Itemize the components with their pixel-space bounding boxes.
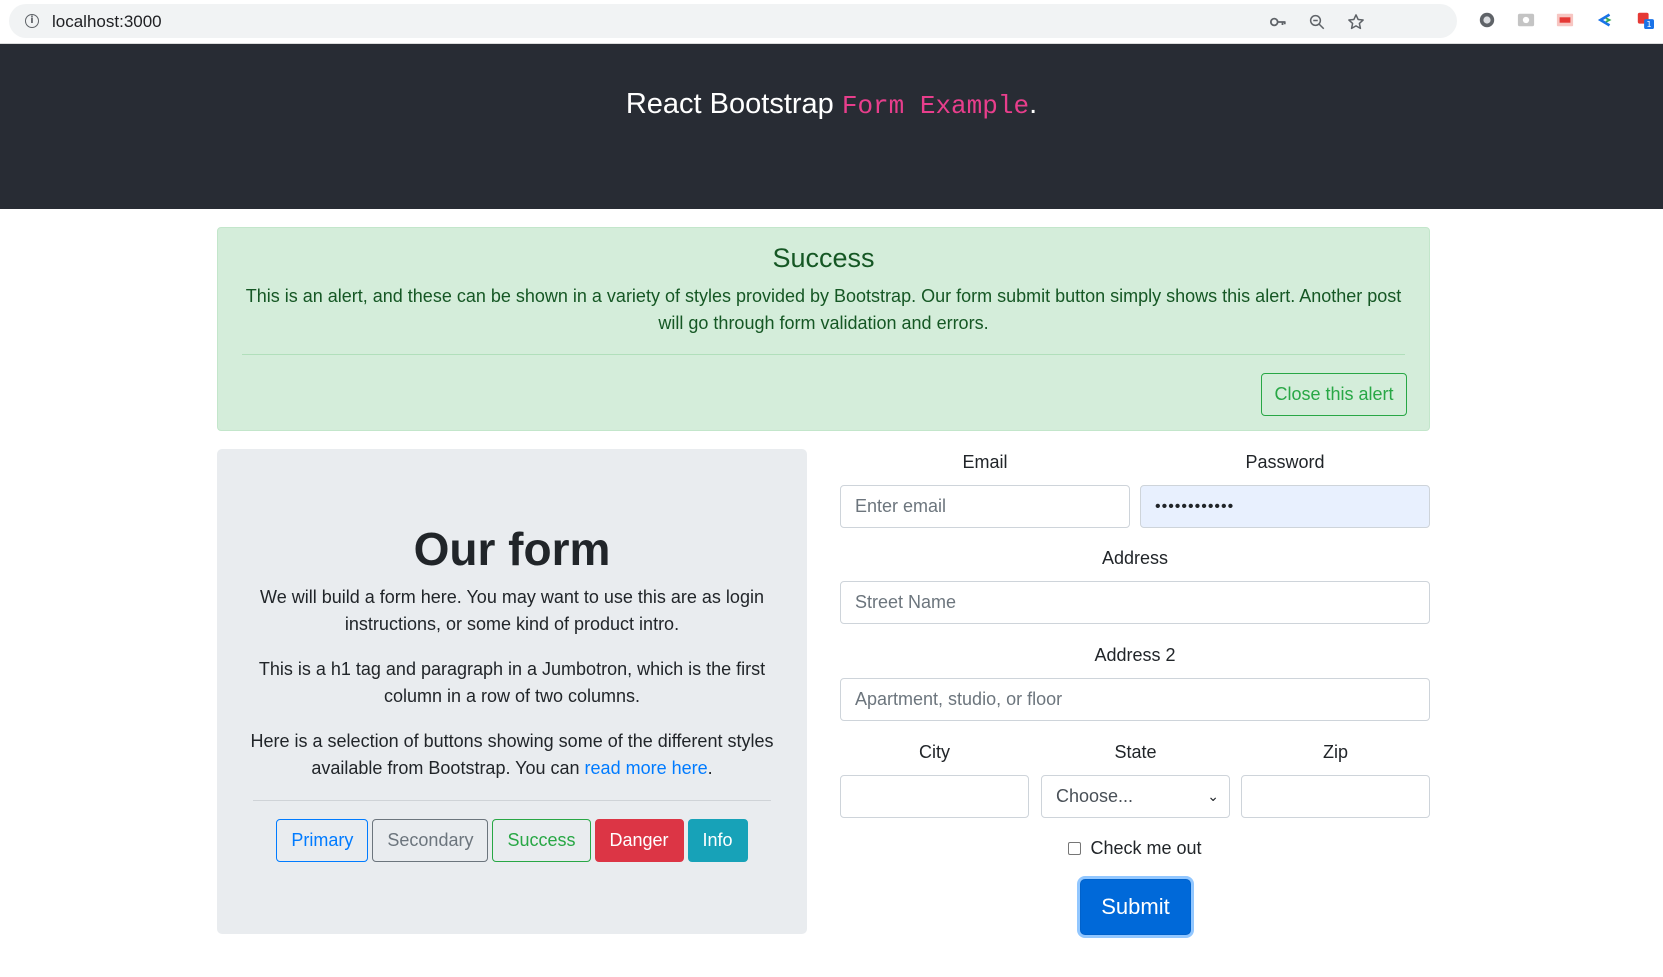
jumbotron-divider — [253, 800, 771, 801]
header-title-code: Form Example — [841, 91, 1030, 121]
jumbotron: Our form We will build a form here. You … — [217, 449, 807, 934]
key-icon[interactable] — [1269, 13, 1287, 31]
app-header: React Bootstrap Form Example. — [0, 44, 1663, 209]
city-label: City — [919, 742, 950, 762]
info-icon[interactable]: i — [25, 14, 39, 28]
browser-toolbar: i localhost:3000 1 — [0, 0, 1663, 44]
check-me-out-checkbox[interactable] — [1068, 842, 1082, 855]
jumbotron-paragraph-2: This is a h1 tag and paragraph in a Jumb… — [258, 659, 766, 706]
jumbotron-paragraph-3: Here is a selection of buttons showing s… — [245, 728, 779, 782]
url-text[interactable]: localhost:3000 — [52, 12, 162, 32]
address2-label: Address 2 — [1094, 645, 1176, 665]
address2-input[interactable] — [840, 678, 1430, 721]
address-bar[interactable]: i localhost:3000 — [9, 4, 1457, 38]
read-more-link[interactable]: read more here — [585, 758, 708, 778]
primary-button[interactable]: Primary — [276, 819, 369, 862]
header-title-text: React Bootstrap — [625, 88, 842, 120]
state-label: State — [1114, 742, 1157, 762]
zip-label: Zip — [1322, 742, 1348, 762]
check-row: Check me out — [840, 838, 1430, 859]
button-row: Primary Secondary Success Danger Info — [217, 819, 807, 862]
success-alert: Success This is an alert, and these can … — [217, 227, 1430, 431]
address-label: Address — [1101, 548, 1169, 568]
zip-input[interactable] — [1241, 775, 1430, 818]
extension-camera-icon[interactable] — [1517, 11, 1535, 29]
secondary-button[interactable]: Secondary — [372, 819, 489, 862]
header-title-period: . — [1029, 88, 1038, 120]
extension-circle-icon[interactable] — [1478, 11, 1496, 29]
address-form: Email Password Address Address 2 City St… — [840, 449, 1430, 939]
address-input[interactable] — [840, 581, 1430, 624]
danger-button[interactable]: Danger — [594, 819, 684, 862]
email-input[interactable] — [840, 485, 1130, 528]
info-button[interactable]: Info — [687, 819, 748, 862]
state-selected-value: Choose... — [1056, 786, 1134, 806]
jumbotron-title: Our form — [413, 523, 611, 575]
alert-body: This is an alert, and these can be shown… — [245, 286, 1402, 333]
city-input[interactable] — [840, 775, 1029, 818]
password-input[interactable] — [1140, 485, 1430, 528]
paragraph-3-period: . — [707, 758, 713, 778]
extension-badge: 1 — [1646, 19, 1651, 29]
password-label: Password — [1245, 452, 1325, 472]
email-label: Email — [962, 452, 1008, 472]
zoom-out-icon[interactable] — [1308, 13, 1326, 31]
star-icon[interactable] — [1347, 13, 1365, 31]
success-button[interactable]: Success — [492, 819, 591, 862]
header-title: React Bootstrap Form Example. — [0, 88, 1663, 121]
check-me-out-label[interactable]: Check me out — [1090, 838, 1201, 858]
chevron-down-icon: ⌄ — [1207, 788, 1219, 804]
extension-puzzle-icon[interactable]: 1 — [1636, 11, 1654, 29]
alert-divider — [242, 354, 1405, 355]
close-alert-button[interactable]: Close this alert — [1261, 373, 1407, 416]
jumbotron-paragraph-1: We will build a form here. You may want … — [260, 587, 764, 634]
state-select[interactable]: Choose... ⌄ — [1041, 775, 1230, 818]
extension-pdf-icon[interactable] — [1556, 11, 1574, 29]
alert-heading: Success — [772, 243, 875, 273]
extension-c-icon[interactable] — [1596, 11, 1614, 29]
submit-button[interactable]: Submit — [1080, 879, 1191, 935]
